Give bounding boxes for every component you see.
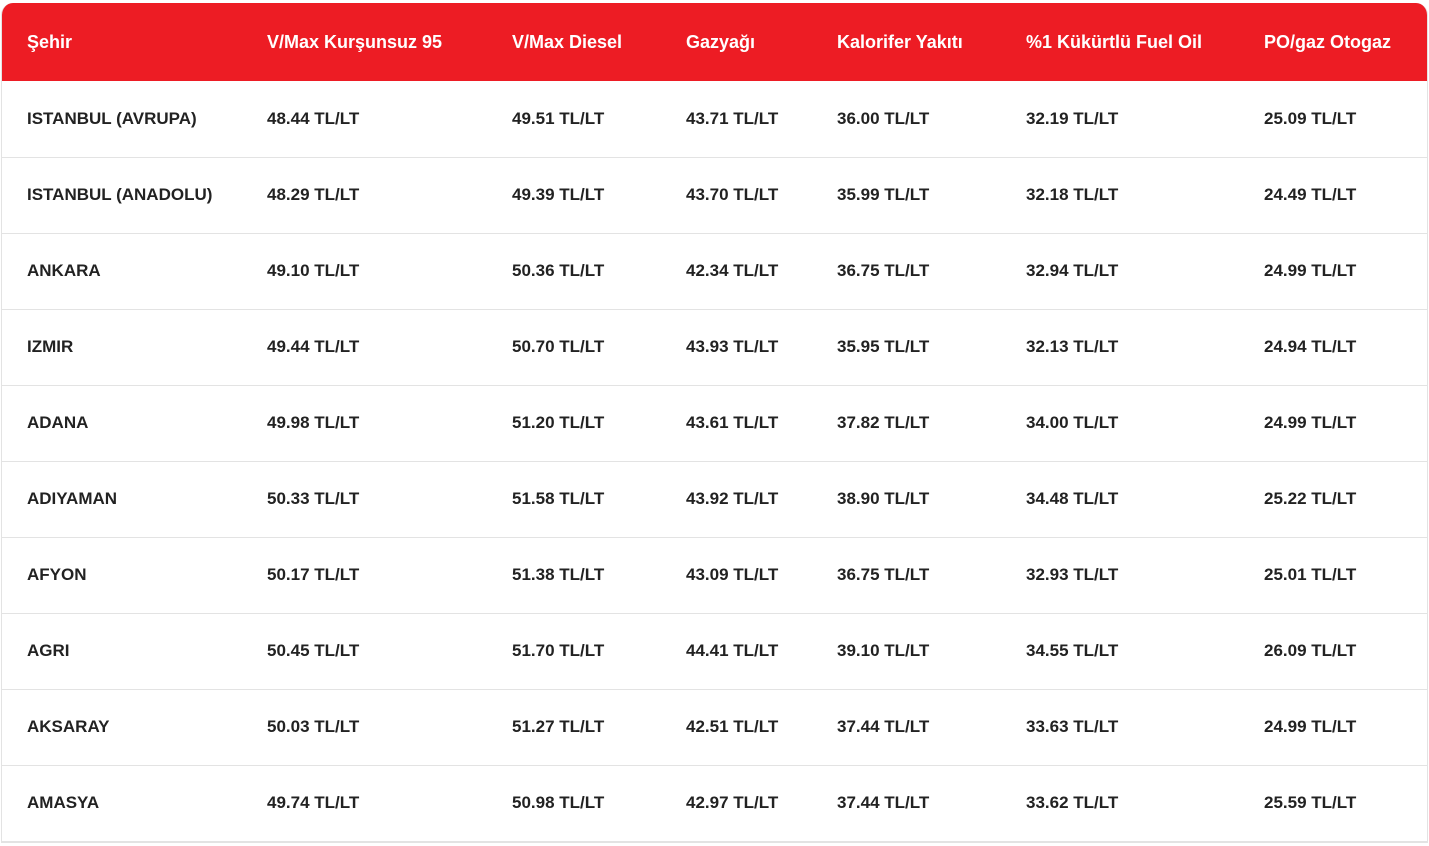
cell-unleaded-95: 50.17 TL/LT bbox=[267, 565, 360, 584]
cell-city: AMASYA bbox=[27, 793, 100, 812]
cell-city: ANKARA bbox=[27, 261, 101, 280]
cell-diesel: 50.36 TL/LT bbox=[512, 261, 605, 280]
cell-heating-fuel: 36.75 TL/LT bbox=[837, 261, 930, 280]
table-row: ADIYAMAN 50.33 TL/LT 51.58 TL/LT 43.92 T… bbox=[2, 461, 1427, 537]
cell-autogas: 24.99 TL/LT bbox=[1264, 717, 1357, 736]
cell-city: ADIYAMAN bbox=[27, 489, 118, 508]
cell-city: AKSARAY bbox=[27, 717, 110, 736]
cell-city: AGRI bbox=[27, 641, 70, 660]
header-kerosene: Gazyağı bbox=[686, 31, 756, 52]
table-row: ISTANBUL (AVRUPA) 48.44 TL/LT 49.51 TL/L… bbox=[2, 81, 1427, 157]
cell-autogas: 24.49 TL/LT bbox=[1264, 185, 1357, 204]
table-row: ANKARA 49.10 TL/LT 50.36 TL/LT 42.34 TL/… bbox=[2, 233, 1427, 309]
table-row: ADANA 49.98 TL/LT 51.20 TL/LT 43.61 TL/L… bbox=[2, 385, 1427, 461]
table-row: AKSARAY 50.03 TL/LT 51.27 TL/LT 42.51 TL… bbox=[2, 689, 1427, 765]
cell-fuel-oil: 32.13 TL/LT bbox=[1026, 337, 1119, 356]
cell-heating-fuel: 35.95 TL/LT bbox=[837, 337, 930, 356]
cell-kerosene: 42.97 TL/LT bbox=[686, 793, 779, 812]
cell-autogas: 25.22 TL/LT bbox=[1264, 489, 1357, 508]
cell-autogas: 24.94 TL/LT bbox=[1264, 337, 1357, 356]
cell-fuel-oil: 34.55 TL/LT bbox=[1026, 641, 1119, 660]
cell-heating-fuel: 35.99 TL/LT bbox=[837, 185, 930, 204]
cell-city: ISTANBUL (ANADOLU) bbox=[27, 185, 213, 204]
cell-fuel-oil: 33.62 TL/LT bbox=[1026, 793, 1119, 812]
cell-autogas: 24.99 TL/LT bbox=[1264, 413, 1357, 432]
cell-city: IZMIR bbox=[27, 337, 74, 356]
cell-diesel: 51.58 TL/LT bbox=[512, 489, 605, 508]
cell-autogas: 24.99 TL/LT bbox=[1264, 261, 1357, 280]
header-unleaded-95: V/Max Kurşunsuz 95 bbox=[267, 31, 443, 52]
header-autogas: PO/gaz Otogaz bbox=[1264, 31, 1392, 52]
cell-unleaded-95: 48.44 TL/LT bbox=[267, 108, 360, 128]
cell-kerosene: 44.41 TL/LT bbox=[686, 641, 779, 660]
cell-city: ISTANBUL (AVRUPA) bbox=[27, 108, 197, 128]
cell-fuel-oil: 32.94 TL/LT bbox=[1026, 261, 1119, 280]
cell-kerosene: 43.70 TL/LT bbox=[686, 185, 779, 204]
table-row: AMASYA 49.74 TL/LT 50.98 TL/LT 42.97 TL/… bbox=[2, 765, 1427, 841]
cell-unleaded-95: 49.44 TL/LT bbox=[267, 337, 360, 356]
cell-fuel-oil: 34.00 TL/LT bbox=[1026, 413, 1119, 432]
cell-heating-fuel: 37.44 TL/LT bbox=[837, 793, 930, 812]
table-row: AFYON 50.17 TL/LT 51.38 TL/LT 43.09 TL/L… bbox=[2, 537, 1427, 613]
cell-kerosene: 43.71 TL/LT bbox=[686, 108, 779, 128]
cell-heating-fuel: 36.00 TL/LT bbox=[837, 108, 930, 128]
cell-diesel: 49.39 TL/LT bbox=[512, 185, 605, 204]
cell-unleaded-95: 50.45 TL/LT bbox=[267, 641, 360, 660]
table-row: AGRI 50.45 TL/LT 51.70 TL/LT 44.41 TL/LT… bbox=[2, 613, 1427, 689]
cell-unleaded-95: 49.98 TL/LT bbox=[267, 413, 360, 432]
table-header-row: Şehir V/Max Kurşunsuz 95 V/Max Diesel Ga… bbox=[2, 3, 1427, 81]
cell-heating-fuel: 38.90 TL/LT bbox=[837, 489, 930, 508]
cell-heating-fuel: 39.10 TL/LT bbox=[837, 641, 930, 660]
cell-unleaded-95: 49.10 TL/LT bbox=[267, 261, 360, 280]
header-fuel-oil: %1 Kükürtlü Fuel Oil bbox=[1026, 31, 1203, 52]
cell-kerosene: 43.09 TL/LT bbox=[686, 565, 779, 584]
header-diesel: V/Max Diesel bbox=[512, 31, 623, 52]
cell-fuel-oil: 34.48 TL/LT bbox=[1026, 489, 1119, 508]
header-heating-fuel: Kalorifer Yakıtı bbox=[837, 31, 963, 52]
fuel-price-table-container: Şehir V/Max Kurşunsuz 95 V/Max Diesel Ga… bbox=[1, 3, 1428, 843]
cell-fuel-oil: 33.63 TL/LT bbox=[1026, 717, 1119, 736]
cell-unleaded-95: 50.03 TL/LT bbox=[267, 717, 360, 736]
cell-kerosene: 42.51 TL/LT bbox=[686, 717, 779, 736]
fuel-price-table: Şehir V/Max Kurşunsuz 95 V/Max Diesel Ga… bbox=[2, 3, 1427, 842]
cell-diesel: 51.27 TL/LT bbox=[512, 717, 605, 736]
cell-heating-fuel: 36.75 TL/LT bbox=[837, 565, 930, 584]
cell-city: ADANA bbox=[27, 413, 89, 432]
cell-heating-fuel: 37.44 TL/LT bbox=[837, 717, 930, 736]
table-row: ISTANBUL (ANADOLU) 48.29 TL/LT 49.39 TL/… bbox=[2, 157, 1427, 233]
cell-unleaded-95: 49.74 TL/LT bbox=[267, 793, 360, 812]
cell-kerosene: 42.34 TL/LT bbox=[686, 261, 779, 280]
cell-diesel: 50.98 TL/LT bbox=[512, 793, 605, 812]
cell-autogas: 25.59 TL/LT bbox=[1264, 793, 1357, 812]
cell-diesel: 51.70 TL/LT bbox=[512, 641, 605, 660]
cell-diesel: 49.51 TL/LT bbox=[512, 108, 605, 128]
cell-autogas: 26.09 TL/LT bbox=[1264, 641, 1357, 660]
header-city: Şehir bbox=[27, 31, 73, 52]
cell-fuel-oil: 32.19 TL/LT bbox=[1026, 108, 1119, 128]
table-row: IZMIR 49.44 TL/LT 50.70 TL/LT 43.93 TL/L… bbox=[2, 309, 1427, 385]
cell-unleaded-95: 50.33 TL/LT bbox=[267, 489, 360, 508]
cell-fuel-oil: 32.18 TL/LT bbox=[1026, 185, 1119, 204]
cell-diesel: 51.38 TL/LT bbox=[512, 565, 605, 584]
cell-city: AFYON bbox=[27, 565, 87, 584]
cell-kerosene: 43.92 TL/LT bbox=[686, 489, 779, 508]
cell-autogas: 25.09 TL/LT bbox=[1264, 108, 1357, 128]
cell-unleaded-95: 48.29 TL/LT bbox=[267, 185, 360, 204]
cell-heating-fuel: 37.82 TL/LT bbox=[837, 413, 930, 432]
cell-diesel: 50.70 TL/LT bbox=[512, 337, 605, 356]
cell-diesel: 51.20 TL/LT bbox=[512, 413, 605, 432]
cell-fuel-oil: 32.93 TL/LT bbox=[1026, 565, 1119, 584]
table-header: Şehir V/Max Kurşunsuz 95 V/Max Diesel Ga… bbox=[2, 3, 1427, 81]
table-body: ISTANBUL (AVRUPA) 48.44 TL/LT 49.51 TL/L… bbox=[2, 81, 1427, 841]
cell-kerosene: 43.61 TL/LT bbox=[686, 413, 779, 432]
cell-autogas: 25.01 TL/LT bbox=[1264, 565, 1357, 584]
cell-kerosene: 43.93 TL/LT bbox=[686, 337, 779, 356]
